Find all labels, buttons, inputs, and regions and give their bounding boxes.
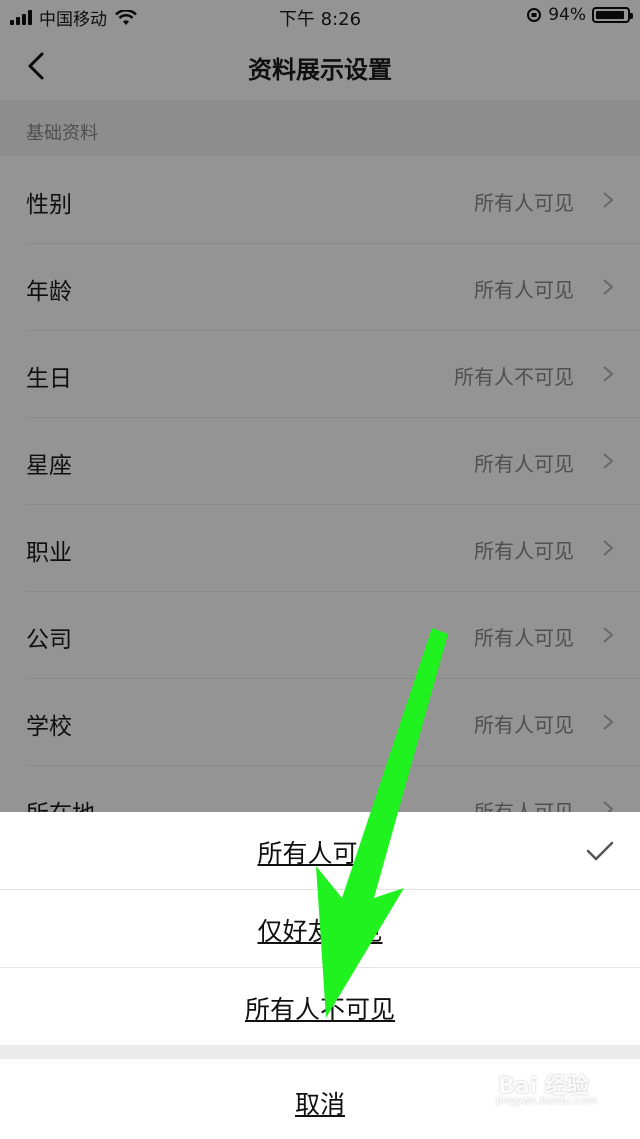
option-everyone-visible[interactable]: 所有人可见 <box>0 812 640 890</box>
checkmark-icon <box>586 841 614 861</box>
option-nobody-visible[interactable]: 所有人不可见 <box>0 968 640 1045</box>
sheet-divider <box>0 1045 640 1059</box>
option-label: 所有人可见 <box>257 839 383 868</box>
cancel-label: 取消 <box>294 1090 345 1119</box>
watermark: Bai 经验 jingyan.baidu.com <box>492 1068 612 1112</box>
watermark-url: jingyan.baidu.com <box>496 1094 598 1107</box>
option-label: 仅好友可见 <box>257 917 383 946</box>
option-label: 所有人不可见 <box>244 995 395 1024</box>
option-friends-only[interactable]: 仅好友可见 <box>0 890 640 968</box>
